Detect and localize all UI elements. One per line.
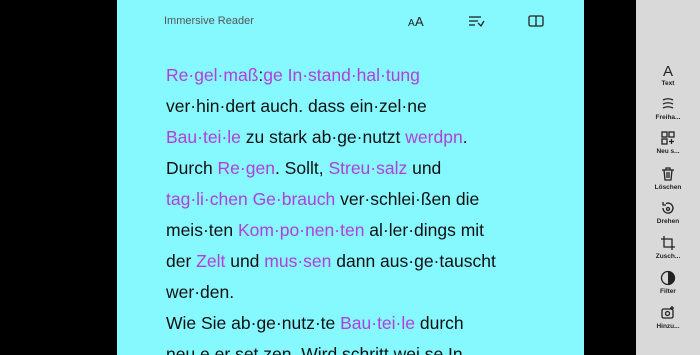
text-line: Re·gel·maß:ge In·stand·hal·tung	[166, 60, 566, 91]
text-segment: durch	[415, 313, 464, 333]
tool-panel: A Text Freiha... Neu s... Löschen Drehen…	[636, 0, 700, 355]
text-line: ver·hin·dert auch. dass ein·zel·ne	[166, 91, 566, 122]
reading-preferences-icon[interactable]	[527, 12, 545, 30]
text-line: Wie Sie ab·ge·nutz·te Bau·tei·le durch	[166, 308, 566, 339]
crop-tool[interactable]: Zusch...	[636, 235, 700, 260]
add-tool[interactable]: Hinzu...	[636, 305, 700, 330]
svg-text:A: A	[663, 63, 673, 78]
text-segment: .	[462, 127, 468, 147]
filter-tool[interactable]: Filter	[636, 270, 700, 295]
add-photo-icon	[661, 306, 674, 319]
text-segment: und	[225, 251, 265, 271]
text-segment: . Sollt,	[274, 158, 329, 178]
text-line: Bau·tei·le zu stark ab·ge·nutzt werdpn.	[166, 122, 566, 153]
text-segment: dann aus·ge·tauscht	[331, 251, 496, 271]
text-segment: ver·schlei·ßen die	[335, 189, 480, 209]
text-segment: neu e er set zen. Wird schritt wei se In	[166, 344, 463, 355]
filter-icon	[660, 270, 676, 286]
highlighted-word: Streu·salz	[328, 158, 408, 178]
highlighted-word: Re·gel·maß	[166, 65, 259, 85]
crop-tool-label: Zusch...	[655, 253, 681, 260]
freehand-tool-label: Freiha...	[655, 114, 681, 121]
text-segment: Durch	[166, 158, 218, 178]
new-sticker-icon	[661, 131, 675, 145]
freehand-tool[interactable]: Freiha...	[636, 96, 700, 121]
text-preferences-icon[interactable]: AA	[407, 12, 425, 30]
svg-text:A: A	[415, 14, 424, 29]
delete-tool-label: Löschen	[654, 184, 682, 191]
text-segment: zu stark ab·ge·nutzt	[240, 127, 406, 147]
right-background	[584, 0, 636, 355]
reader-text: Re·gel·maß:ge In·stand·hal·tung ver·hin·d…	[166, 60, 566, 355]
text-line: der Zelt und mus·sen dann aus·ge·tauscht	[166, 246, 566, 277]
svg-text:A: A	[408, 18, 415, 29]
add-tool-label: Hinzu...	[656, 323, 680, 330]
text-line: tag·li·chen Ge·brauch ver·schlei·ßen die	[166, 184, 566, 215]
highlighted-word: Zelt	[196, 251, 226, 271]
text-segment: und	[407, 158, 442, 178]
text-segment: ver·hin·dert auch. dass ein·zel·ne	[166, 96, 427, 116]
freehand-icon	[662, 98, 674, 109]
immersive-reader: Immersive Reader AA Re·gel·maß:ge In·sta…	[117, 0, 584, 355]
text-segment: meis·ten	[166, 220, 238, 240]
trash-icon	[662, 167, 674, 181]
text-segment: al·ler·dings mit	[364, 220, 485, 240]
rotate-icon	[662, 202, 674, 214]
rotate-tool-label: Drehen	[656, 218, 680, 225]
highlighted-word: werdpn	[405, 127, 463, 147]
crop-icon	[661, 236, 675, 250]
delete-tool[interactable]: Löschen	[636, 166, 700, 191]
text-icon: A	[663, 63, 673, 78]
highlighted-word: ge In·stand·hal·tung	[263, 65, 420, 85]
highlighted-word: tag·li·chen Ge·brauch	[166, 189, 336, 209]
text-line: neu e er set zen. Wird schritt wei se In	[166, 339, 566, 355]
text-tool-label: Text	[661, 80, 675, 87]
highlighted-word: Bau·tei·le	[166, 127, 241, 147]
highlighted-word: Bau·tei·le	[340, 313, 416, 333]
text-segment: wer·den.	[166, 282, 235, 302]
text-line: Durch Re·gen. Sollt, Streu·salz und	[166, 153, 566, 184]
reader-title: Immersive Reader	[164, 15, 254, 27]
text-line: wer·den.	[166, 277, 566, 308]
new-sticker-tool[interactable]: Neu s...	[636, 130, 700, 155]
highlighted-word: mus·sen	[264, 251, 332, 271]
text-line: meis·ten Kom·po·nen·ten al·ler·dings mit	[166, 215, 566, 246]
left-background	[0, 0, 117, 355]
filter-tool-label: Filter	[660, 288, 676, 295]
text-segment: der	[166, 251, 197, 271]
highlighted-word: Re·gen	[217, 158, 275, 178]
grammar-options-icon[interactable]	[467, 12, 485, 30]
text-tool[interactable]: A Text	[636, 62, 700, 87]
new-sticker-tool-label: Neu s...	[656, 148, 680, 155]
highlighted-word: Kom·po·nen·ten	[237, 220, 365, 240]
rotate-tool[interactable]: Drehen	[636, 200, 700, 225]
text-segment: Wie Sie ab·ge·nutz·te	[166, 313, 341, 333]
